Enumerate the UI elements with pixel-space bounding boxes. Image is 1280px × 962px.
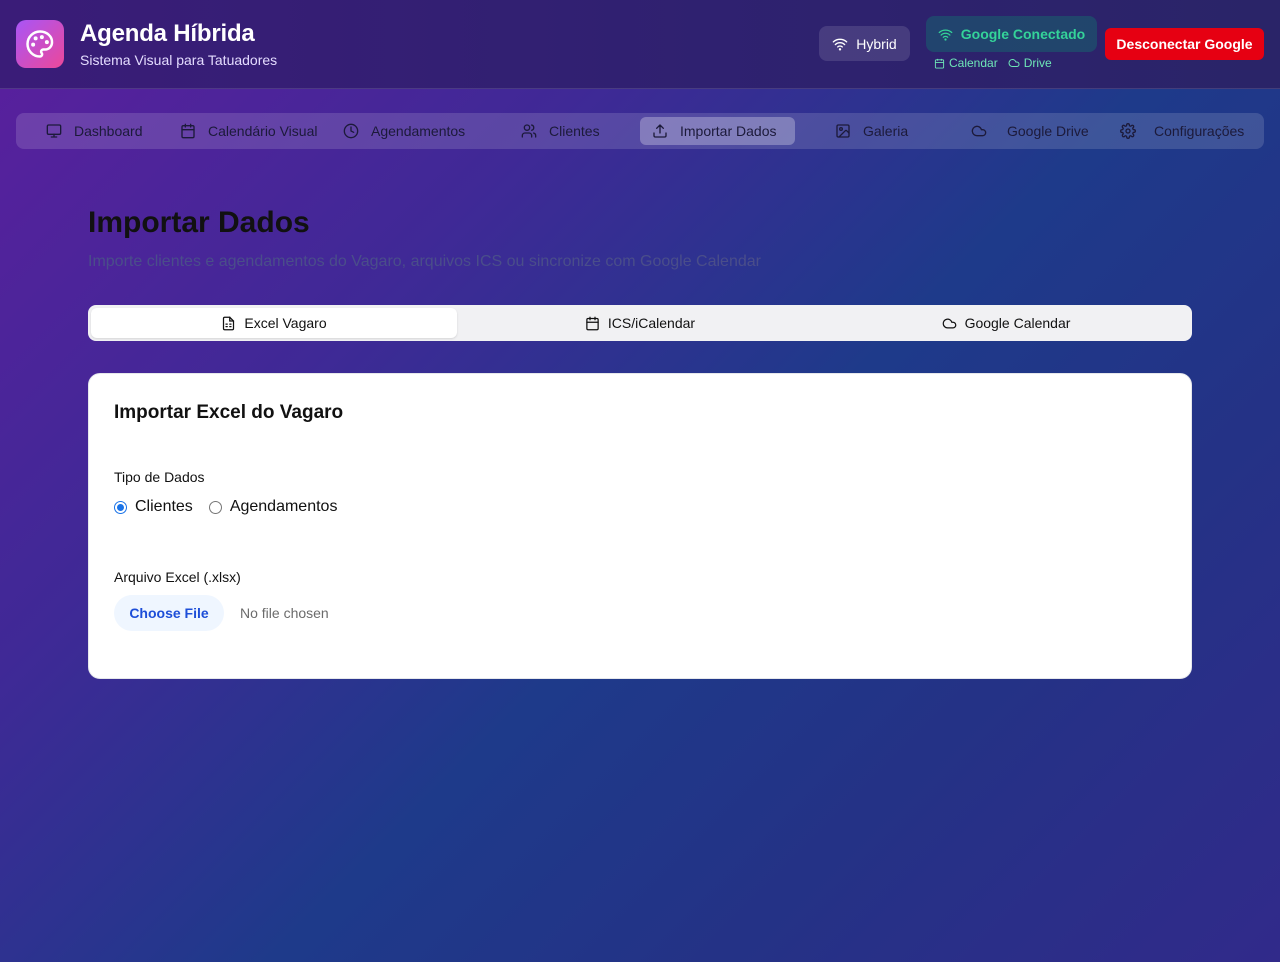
file-spreadsheet-icon <box>223 316 235 330</box>
mode-label: Hybrid <box>856 35 897 52</box>
app-header: Agenda Híbrida Sistema Visual para Tatua… <box>0 0 1280 89</box>
google-status-badge: Google Conectado <box>926 16 1097 52</box>
google-service-drive: Drive <box>1008 56 1052 70</box>
mode-badge[interactable]: Hybrid <box>819 26 910 61</box>
palette-icon <box>26 30 54 58</box>
radio-label: Clientes <box>135 498 193 515</box>
tab-label: Excel Vagaro <box>244 315 327 331</box>
google-service-label: Drive <box>1023 56 1052 70</box>
nav-item-label: Configurações <box>1154 123 1245 139</box>
data-type-radio-group: Clientes Agendamentos <box>114 498 353 516</box>
nav-item-agendamentos[interactable]: Agendamentos <box>337 117 471 145</box>
nav-item-clientes[interactable]: Clientes <box>515 117 606 145</box>
image-icon <box>836 124 850 138</box>
radio-option-agendamentos[interactable]: Agendamentos <box>208 498 338 516</box>
tab-google-calendar[interactable]: Google Calendar <box>823 308 1189 338</box>
nav-item-label: Clientes <box>549 123 600 139</box>
tab-excel-vagaro[interactable]: Excel Vagaro <box>91 308 457 338</box>
monitor-icon <box>46 124 62 138</box>
nav-item-calendario[interactable]: Calendário Visual <box>174 117 323 145</box>
disconnect-google-button[interactable]: Desconectar Google <box>1105 28 1264 60</box>
nav-item-importar-dados[interactable]: Importar Dados <box>640 117 795 145</box>
tab-ics-icalendar[interactable]: ICS/iCalendar <box>457 308 823 338</box>
cloud-icon <box>1008 59 1020 67</box>
calendar-icon <box>181 123 195 139</box>
radio-label: Agendamentos <box>229 498 338 515</box>
import-tabs: Excel Vagaro ICS/iCalendar Google Calend… <box>88 305 1192 341</box>
app-title: Agenda Híbrida <box>80 20 255 47</box>
nav-item-dashboard[interactable]: Dashboard <box>40 117 149 145</box>
radio-agendamentos[interactable] <box>208 500 222 514</box>
google-status-label: Google Conectado <box>960 26 1086 42</box>
page-title: Importar Dados <box>88 206 310 239</box>
tab-label: ICS/iCalendar <box>607 315 696 331</box>
import-card: Importar Excel do Vagaro Tipo de Dados C… <box>88 373 1192 679</box>
file-input-label: Arquivo Excel (.xlsx) <box>114 569 241 585</box>
radio-clientes[interactable] <box>114 500 127 514</box>
google-service-label: Calendar <box>949 56 998 70</box>
card-title: Importar Excel do Vagaro <box>114 402 344 423</box>
wifi-icon <box>832 38 848 51</box>
users-icon <box>521 124 537 138</box>
choose-file-button[interactable]: Choose File <box>114 595 224 631</box>
gear-icon <box>1120 123 1136 139</box>
nav-item-label: Agendamentos <box>371 123 466 139</box>
upload-icon <box>653 124 667 138</box>
page-subtitle: Importe clientes e agendamentos do Vagar… <box>88 253 761 270</box>
nav-item-configuracoes[interactable]: Configurações <box>1114 117 1250 145</box>
google-service-calendar: Calendar <box>934 56 998 70</box>
app-subtitle: Sistema Visual para Tatuadores <box>80 52 278 68</box>
clock-icon <box>343 123 359 139</box>
cloud-icon <box>942 318 956 328</box>
nav-item-label: Galeria <box>863 123 909 139</box>
data-type-label: Tipo de Dados <box>114 469 205 485</box>
file-status: No file chosen <box>240 605 329 621</box>
app-logo <box>16 20 64 68</box>
google-services: Calendar Drive <box>934 56 1052 70</box>
calendar-icon <box>586 316 599 330</box>
nav-item-label: Google Drive <box>1007 123 1089 139</box>
cloud-icon <box>971 125 987 137</box>
radio-option-clientes[interactable]: Clientes <box>114 498 193 516</box>
nav-item-galeria[interactable]: Galeria <box>829 117 914 145</box>
nav-item-label: Calendário Visual <box>208 123 318 139</box>
nav-item-google-drive[interactable]: Google Drive <box>965 117 1095 145</box>
calendar-icon <box>934 58 945 69</box>
main-nav: Dashboard Calendário Visual Agendamentos… <box>16 113 1264 149</box>
wifi-icon <box>938 28 953 41</box>
tab-label: Google Calendar <box>964 315 1071 331</box>
nav-item-label: Importar Dados <box>680 123 777 139</box>
nav-item-label: Dashboard <box>74 123 143 139</box>
